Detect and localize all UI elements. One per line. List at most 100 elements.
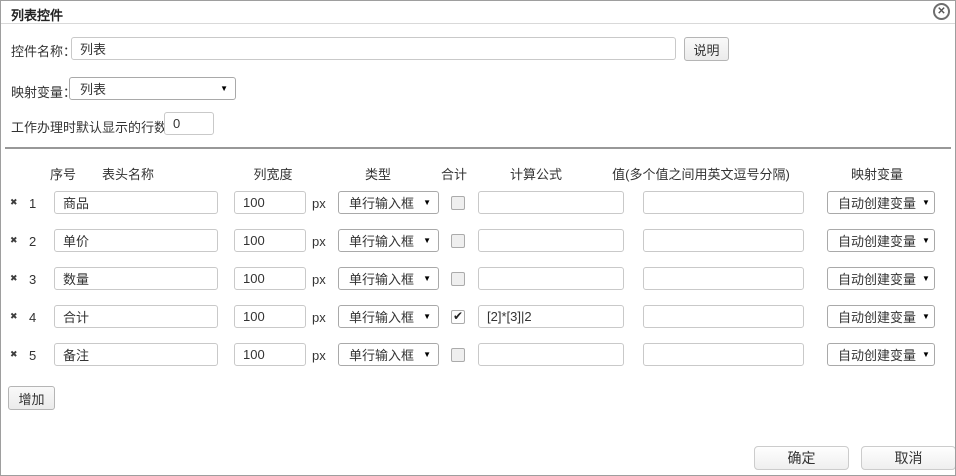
type-select-value: 单行输入框	[349, 231, 414, 250]
type-select[interactable]: 单行输入框 ▼	[338, 229, 439, 252]
list-control-dialog: 列表控件 ✕ 控件名称： 说明 映射变量： 列表 ▼ 工作办理时默认显示的行数：…	[0, 0, 956, 476]
row-mapping-select[interactable]: 自动创建变量 ▼	[827, 229, 935, 252]
px-unit-label: px	[312, 310, 326, 325]
row-mapping-select[interactable]: 自动创建变量 ▼	[827, 267, 935, 290]
column-width-input[interactable]	[234, 191, 306, 214]
table-row: ✖ 1 px 单行输入框 ▼ 自动创建变量 ▼	[1, 191, 956, 216]
delete-row-icon[interactable]: ✖	[10, 350, 18, 359]
type-select-value: 单行输入框	[349, 307, 414, 326]
row-mapping-value: 自动创建变量	[838, 307, 916, 326]
px-unit-label: px	[312, 196, 326, 211]
chevron-down-icon: ▼	[423, 312, 431, 321]
sum-checkbox[interactable]	[451, 196, 465, 210]
delete-row-icon[interactable]: ✖	[10, 236, 18, 245]
type-select[interactable]: 单行输入框 ▼	[338, 191, 439, 214]
type-select[interactable]: 单行输入框 ▼	[338, 343, 439, 366]
chevron-down-icon: ▼	[922, 236, 930, 245]
row-mapping-select[interactable]: 自动创建变量 ▼	[827, 191, 935, 214]
header-name-input[interactable]	[54, 343, 218, 366]
ok-button-label: 确定	[788, 448, 816, 468]
row-mapping-value: 自动创建变量	[838, 345, 916, 364]
description-button[interactable]: 说明	[684, 37, 729, 61]
header-sum: 合计	[441, 164, 467, 183]
header-type: 类型	[365, 164, 391, 183]
control-name-input[interactable]	[71, 37, 676, 60]
sum-checkbox[interactable]	[451, 272, 465, 286]
default-rows-input[interactable]	[164, 112, 214, 135]
header-name-input[interactable]	[54, 305, 218, 328]
row-mapping-value: 自动创建变量	[838, 193, 916, 212]
header-name-input[interactable]	[54, 191, 218, 214]
header-name-input[interactable]	[54, 229, 218, 252]
px-unit-label: px	[312, 348, 326, 363]
values-input[interactable]	[643, 191, 804, 214]
row-mapping-select[interactable]: 自动创建变量 ▼	[827, 305, 935, 328]
add-row-button-label: 增加	[18, 389, 44, 408]
values-input[interactable]	[643, 343, 804, 366]
chevron-down-icon: ▼	[922, 312, 930, 321]
chevron-down-icon: ▼	[922, 350, 930, 359]
delete-row-icon[interactable]: ✖	[10, 312, 18, 321]
mapping-variable-select[interactable]: 列表 ▼	[69, 77, 236, 100]
column-width-input[interactable]	[234, 267, 306, 290]
row-index: 2	[29, 234, 36, 249]
close-button[interactable]: ✕	[933, 3, 950, 20]
table-row: ✖ 2 px 单行输入框 ▼ 自动创建变量 ▼	[1, 229, 956, 254]
row-mapping-value: 自动创建变量	[838, 231, 916, 250]
formula-input[interactable]	[478, 343, 624, 366]
sum-checkbox[interactable]	[451, 234, 465, 248]
sum-checkbox[interactable]	[451, 310, 465, 324]
cancel-button[interactable]: 取消	[861, 446, 956, 470]
type-select[interactable]: 单行输入框 ▼	[338, 305, 439, 328]
chevron-down-icon: ▼	[922, 274, 930, 283]
cancel-button-label: 取消	[895, 448, 923, 468]
control-name-label: 控件名称：	[11, 41, 76, 60]
table-row: ✖ 5 px 单行输入框 ▼ 自动创建变量 ▼	[1, 343, 956, 368]
ok-button[interactable]: 确定	[754, 446, 849, 470]
values-input[interactable]	[643, 229, 804, 252]
default-rows-label: 工作办理时默认显示的行数：	[11, 117, 180, 136]
row-mapping-value: 自动创建变量	[838, 269, 916, 288]
delete-row-icon[interactable]: ✖	[10, 198, 18, 207]
sum-checkbox[interactable]	[451, 348, 465, 362]
chevron-down-icon: ▼	[423, 198, 431, 207]
description-button-label: 说明	[693, 40, 719, 59]
header-name: 表头名称	[102, 164, 154, 183]
column-width-input[interactable]	[234, 305, 306, 328]
px-unit-label: px	[312, 272, 326, 287]
row-index: 4	[29, 310, 36, 325]
formula-input[interactable]	[478, 267, 624, 290]
formula-input[interactable]	[478, 305, 624, 328]
chevron-down-icon: ▼	[423, 350, 431, 359]
mapping-variable-label: 映射变量：	[11, 82, 76, 101]
row-index: 1	[29, 196, 36, 211]
header-formula: 计算公式	[510, 164, 562, 183]
header-values: 值(多个值之间用英文逗号分隔)	[612, 164, 790, 183]
close-icon: ✕	[937, 7, 945, 17]
formula-input[interactable]	[478, 229, 624, 252]
chevron-down-icon: ▼	[423, 236, 431, 245]
table-row: ✖ 3 px 单行输入框 ▼ 自动创建变量 ▼	[1, 267, 956, 292]
header-name-input[interactable]	[54, 267, 218, 290]
px-unit-label: px	[312, 234, 326, 249]
dialog-title: 列表控件	[11, 5, 63, 24]
row-index: 3	[29, 272, 36, 287]
row-mapping-select[interactable]: 自动创建变量 ▼	[827, 343, 935, 366]
type-select-value: 单行输入框	[349, 269, 414, 288]
add-row-button[interactable]: 增加	[8, 386, 55, 410]
values-input[interactable]	[643, 305, 804, 328]
header-width: 列宽度	[253, 164, 292, 183]
type-select[interactable]: 单行输入框 ▼	[338, 267, 439, 290]
chevron-down-icon: ▼	[423, 274, 431, 283]
column-width-input[interactable]	[234, 229, 306, 252]
mapping-variable-value: 列表	[80, 79, 106, 98]
row-index: 5	[29, 348, 36, 363]
type-select-value: 单行输入框	[349, 345, 414, 364]
values-input[interactable]	[643, 267, 804, 290]
column-width-input[interactable]	[234, 343, 306, 366]
table-row: ✖ 4 px 单行输入框 ▼ 自动创建变量 ▼	[1, 305, 956, 330]
formula-input[interactable]	[478, 191, 624, 214]
chevron-down-icon: ▼	[922, 198, 930, 207]
chevron-down-icon: ▼	[220, 84, 228, 93]
delete-row-icon[interactable]: ✖	[10, 274, 18, 283]
